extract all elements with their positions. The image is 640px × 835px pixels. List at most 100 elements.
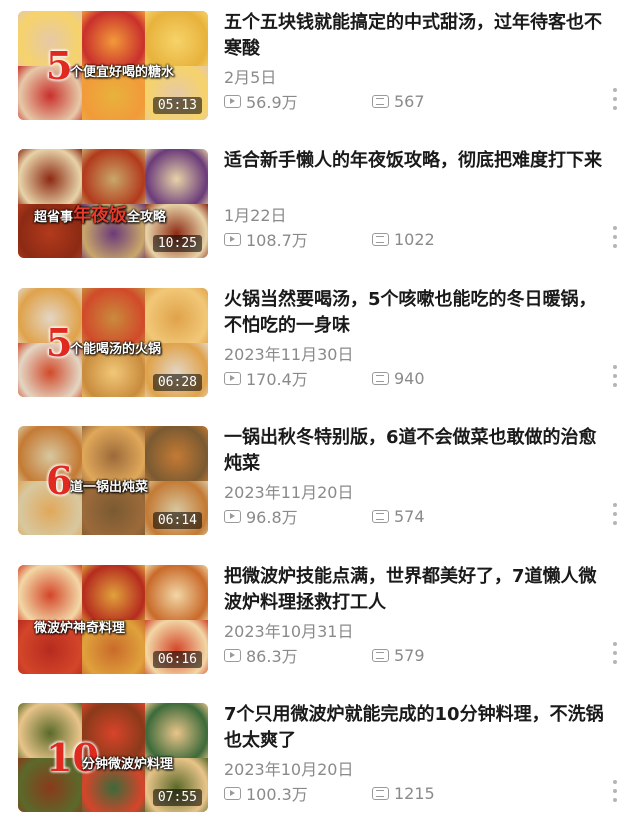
cover-text-suffix: 全攻略 <box>127 210 167 225</box>
play-icon <box>224 94 241 108</box>
publish-date: 2023年11月30日 <box>224 345 354 364</box>
food-photo-tile <box>82 565 145 620</box>
play-count: 96.8万 <box>224 504 372 528</box>
play-count: 108.7万 <box>224 227 372 251</box>
publish-date: 2023年11月20日 <box>224 483 354 502</box>
video-stats: 170.4万 940 <box>224 366 520 390</box>
play-count-value: 108.7万 <box>246 231 308 250</box>
food-photo-tile <box>82 288 145 343</box>
play-count-value: 56.9万 <box>246 93 298 112</box>
video-title[interactable]: 五个五块钱就能搞定的中式甜汤，过年待客也不寒酸 <box>224 10 614 62</box>
video-title[interactable]: 一锅出秋冬特别版，6道不会做菜也敢做的治愈炖菜 <box>224 425 614 477</box>
food-photo-tile <box>145 11 208 66</box>
play-icon <box>224 371 241 385</box>
duration-badge: 06:28 <box>152 374 202 391</box>
more-options-icon[interactable] <box>612 780 618 802</box>
food-photo-tile <box>82 11 145 66</box>
comment-count: 574 <box>372 507 520 526</box>
publish-date: 2023年10月31日 <box>224 622 354 641</box>
duration-badge: 07:55 <box>152 789 202 806</box>
video-title[interactable]: 火锅当然要喝汤，5个咳嗽也能吃的冬日暖锅，不怕吃的一身味 <box>224 287 614 339</box>
video-row[interactable]: 超省事年夜饭全攻略 10:25 适合新手懒人的年夜饭攻略，彻底把难度打下来 1月22日… <box>0 138 640 276</box>
play-count: 56.9万 <box>224 89 372 113</box>
duration-badge: 06:16 <box>152 651 202 668</box>
cover-text-main: 个能喝汤的火锅 <box>70 342 162 357</box>
comment-icon <box>372 371 389 385</box>
more-dot <box>613 780 617 784</box>
comment-count-value: 1022 <box>394 229 435 249</box>
video-row[interactable]: 5 个便宜好喝的糖水 05:13 五个五块钱就能搞定的中式甜汤，过年待客也不寒酸 2月5… <box>0 0 640 138</box>
cover-text: 超省事年夜饭全攻略 <box>34 201 166 227</box>
play-icon <box>224 509 241 523</box>
food-photo-tile <box>18 565 82 620</box>
comment-count: 579 <box>372 646 520 665</box>
cover-text: 微波炉神奇料理 <box>34 617 125 636</box>
more-options-icon[interactable] <box>612 226 618 248</box>
video-stats: 100.3万 1215 <box>224 781 520 805</box>
publish-date: 2023年10月20日 <box>224 760 354 779</box>
more-options-icon[interactable] <box>612 642 618 664</box>
video-thumbnail[interactable]: 超省事年夜饭全攻略 10:25 <box>18 149 208 258</box>
comment-count: 940 <box>372 369 520 388</box>
play-count-value: 170.4万 <box>246 370 308 389</box>
video-title[interactable]: 7个只用微波炉就能完成的10分钟料理，不洗锅也太爽了 <box>224 702 614 754</box>
play-count: 100.3万 <box>224 781 372 805</box>
food-photo-tile <box>145 149 208 204</box>
more-dot <box>613 521 617 525</box>
cover-text-main: 分钟微波炉料理 <box>82 757 174 772</box>
video-stats: 86.3万 579 <box>224 643 520 667</box>
video-thumbnail[interactable]: 5 个能喝汤的火锅 06:28 <box>18 288 208 397</box>
comment-icon <box>372 786 389 800</box>
video-title[interactable]: 把微波炉技能点满，世界都美好了，7道懒人微波炉料理拯救打工人 <box>224 564 614 616</box>
food-photo-tile <box>145 565 208 620</box>
more-dot <box>613 235 617 239</box>
video-row[interactable]: 10 分钟微波炉料理 07:55 7个只用微波炉就能完成的10分钟料理，不洗锅也太爽了… <box>0 692 640 830</box>
publish-date: 1月22日 <box>224 206 287 225</box>
cover-text-main: 超省事 <box>34 210 74 225</box>
more-dot <box>613 503 617 507</box>
play-count-value: 96.8万 <box>246 508 298 527</box>
more-options-icon[interactable] <box>612 503 618 525</box>
comment-count-value: 940 <box>394 368 425 388</box>
more-dot <box>613 365 617 369</box>
more-options-icon[interactable] <box>612 88 618 110</box>
video-thumbnail[interactable]: 10 分钟微波炉料理 07:55 <box>18 703 208 812</box>
comment-icon <box>372 94 389 108</box>
duration-badge: 06:14 <box>152 512 202 529</box>
comment-count-value: 1215 <box>394 783 435 803</box>
video-stats: 108.7万 1022 <box>224 227 520 251</box>
more-options-icon[interactable] <box>612 365 618 387</box>
more-dot <box>613 660 617 664</box>
video-title[interactable]: 适合新手懒人的年夜饭攻略，彻底把难度打下来 <box>224 148 614 174</box>
more-dot <box>613 97 617 101</box>
video-list: 5 个便宜好喝的糖水 05:13 五个五块钱就能搞定的中式甜汤，过年待客也不寒酸 2月5… <box>0 0 640 835</box>
cover-text: 分钟微波炉料理 <box>82 753 173 772</box>
cover-text-main: 道一锅出炖菜 <box>70 480 149 495</box>
food-photo-tile <box>145 703 208 758</box>
more-dot <box>613 226 617 230</box>
food-photo-tile <box>145 288 208 343</box>
more-dot <box>613 374 617 378</box>
comment-icon <box>372 648 389 662</box>
comment-count-value: 567 <box>394 91 425 111</box>
video-thumbnail[interactable]: 6 道一锅出炖菜 06:14 <box>18 426 208 535</box>
cover-text: 个能喝汤的火锅 <box>70 338 161 357</box>
cover-number: 6 <box>46 458 73 503</box>
more-dot <box>613 106 617 110</box>
play-count-value: 86.3万 <box>246 647 298 666</box>
video-thumbnail[interactable]: 微波炉神奇料理 06:16 <box>18 565 208 674</box>
video-row[interactable]: 6 道一锅出炖菜 06:14 一锅出秋冬特别版，6道不会做菜也敢做的治愈炖菜 2023年… <box>0 415 640 553</box>
play-count: 86.3万 <box>224 643 372 667</box>
duration-badge: 05:13 <box>152 97 202 114</box>
comment-count-value: 579 <box>394 645 425 665</box>
cover-number: 5 <box>46 320 73 365</box>
video-row[interactable]: 5 个能喝汤的火锅 06:28 火锅当然要喝汤，5个咳嗽也能吃的冬日暖锅，不怕吃的一身… <box>0 277 640 415</box>
video-thumbnail[interactable]: 5 个便宜好喝的糖水 05:13 <box>18 11 208 120</box>
cover-number: 5 <box>46 43 73 88</box>
more-dot <box>613 244 617 248</box>
video-row[interactable]: 微波炉神奇料理 06:16 把微波炉技能点满，世界都美好了，7道懒人微波炉料理拯救打… <box>0 554 640 692</box>
comment-count: 1022 <box>372 230 520 249</box>
play-count: 170.4万 <box>224 366 372 390</box>
publish-date: 2月5日 <box>224 68 277 87</box>
food-photo-tile <box>82 149 145 204</box>
